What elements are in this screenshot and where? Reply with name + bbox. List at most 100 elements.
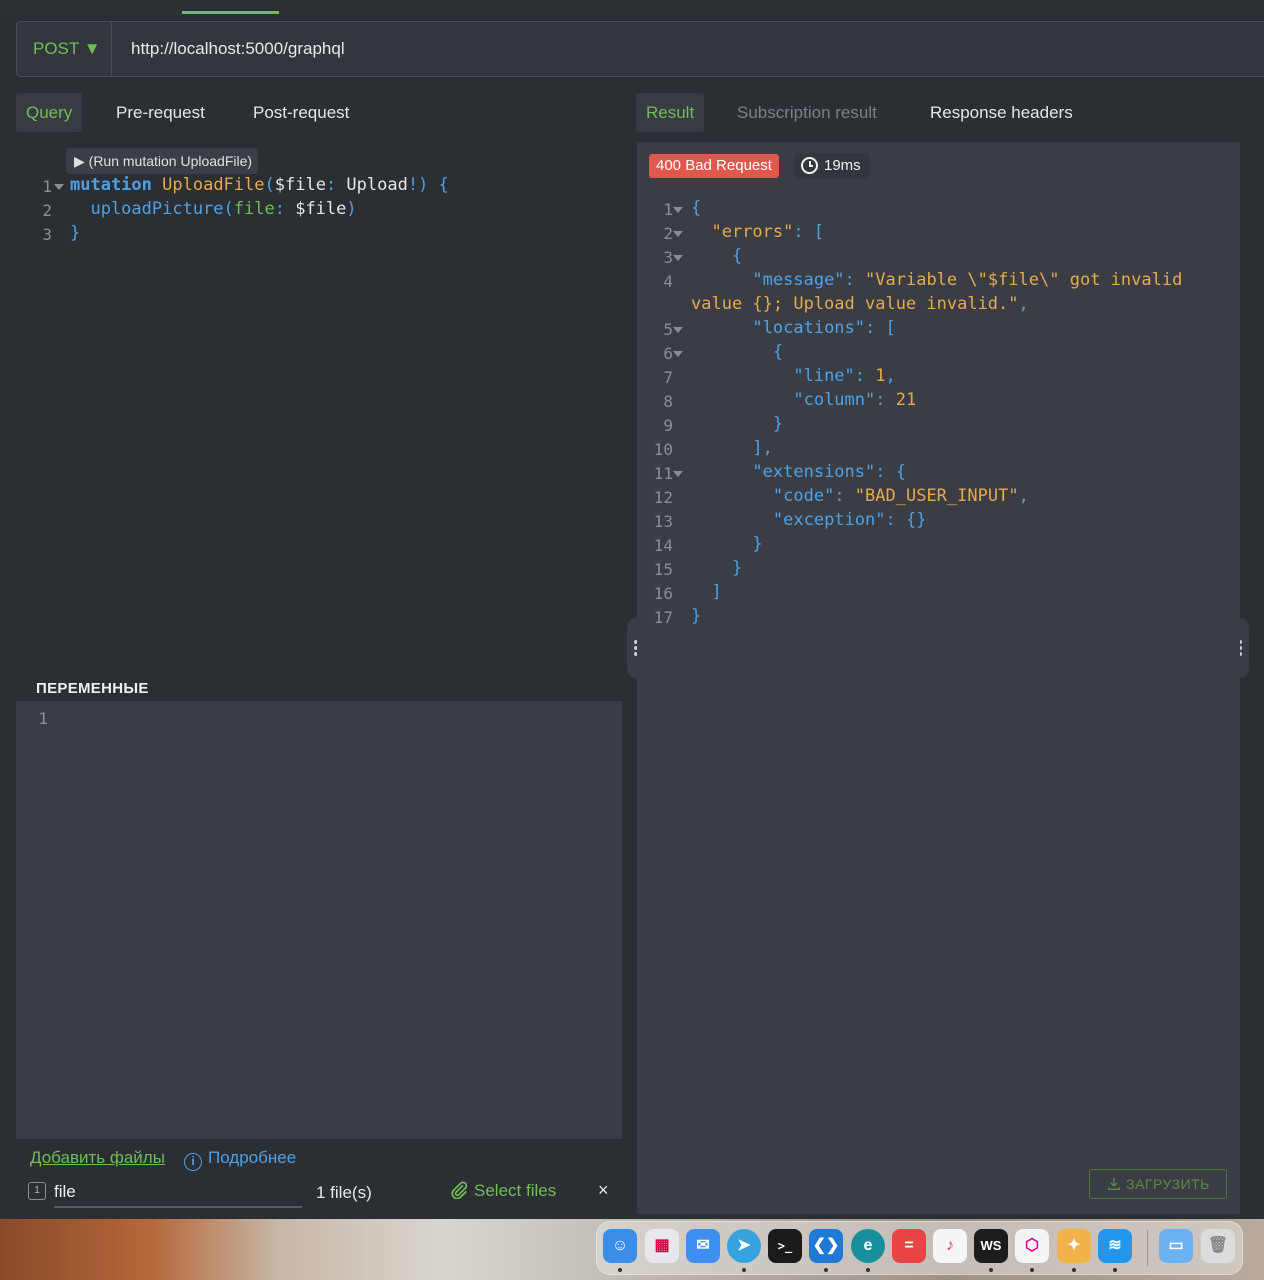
tab-pre-request[interactable]: Pre-request <box>106 93 215 132</box>
json-token: "column" <box>793 390 876 410</box>
calculator-icon[interactable]: = <box>892 1229 926 1263</box>
add-files-link[interactable]: Добавить файлы <box>30 1148 165 1168</box>
trash-icon[interactable]: 🗑 <box>1201 1229 1235 1263</box>
music-icon[interactable]: ♪ <box>933 1229 967 1263</box>
running-indicator <box>866 1268 870 1272</box>
edge-icon[interactable]: e <box>851 1229 885 1263</box>
line-number: 5 <box>663 320 673 339</box>
code-token: !) { <box>407 175 449 195</box>
dock: ☺ ▦ ✉ ➤ >_ ❮❯ e = ♪ WS ⬡ ✦ ≋ ▭ 🗑 <box>596 1221 1243 1275</box>
json-line: ], <box>691 438 772 458</box>
code-line: uploadPicture(file: $file) <box>70 199 356 219</box>
telegram-icon[interactable]: ➤ <box>727 1229 761 1263</box>
fold-toggle-icon[interactable] <box>673 255 683 261</box>
json-line: "line": 1, <box>691 366 896 386</box>
query-editor[interactable]: ▶ (Run mutation UploadFile) 1 2 3 mutati… <box>16 142 622 670</box>
tab-result[interactable]: Result <box>636 93 705 132</box>
method-select[interactable]: POST ▼ <box>17 22 112 76</box>
terminal-icon[interactable]: >_ <box>768 1229 802 1263</box>
code-token: : <box>325 175 347 195</box>
top-strip <box>0 0 1264 16</box>
webstorm-icon[interactable]: WS <box>974 1229 1008 1263</box>
code-line: mutation UploadFile($file: Upload!) { <box>70 175 449 195</box>
more-info-link[interactable]: i Подробнее <box>184 1148 296 1171</box>
json-line: } <box>691 558 742 578</box>
url-input[interactable] <box>113 22 1264 76</box>
paperclip-icon <box>451 1181 468 1200</box>
json-token: : { <box>875 462 906 482</box>
code-line: } <box>70 223 80 243</box>
json-line: ] <box>691 582 721 602</box>
fold-toggle-icon[interactable] <box>673 327 683 333</box>
result-panel: 400 Bad Request 19ms 1 2 3 4 5 6 7 8 9 1… <box>637 142 1240 1214</box>
request-bar: POST ▼ <box>16 21 1264 77</box>
file-variable-name-input[interactable] <box>54 1178 302 1208</box>
line-number: 7 <box>663 368 673 387</box>
tab-subscription-result[interactable]: Subscription result <box>727 93 887 132</box>
line-number: 8 <box>663 392 673 411</box>
code-token: ( <box>264 175 275 195</box>
json-token: , <box>1018 294 1029 314</box>
fold-toggle-icon[interactable] <box>673 207 683 213</box>
line-number: 17 <box>653 608 673 627</box>
json-token: : [ <box>865 318 896 338</box>
line-number: 2 <box>663 224 673 243</box>
dock-divider <box>1147 1230 1148 1266</box>
file-index-badge: 1 <box>28 1182 46 1200</box>
line-number: 2 <box>42 201 52 220</box>
json-token: } <box>772 414 784 434</box>
mail-icon[interactable]: ✉ <box>686 1229 720 1263</box>
file-count: 1 file(s) <box>316 1183 372 1202</box>
vscode-icon[interactable]: ❮❯ <box>809 1229 843 1263</box>
more-info-label: Подробнее <box>208 1148 297 1167</box>
running-indicator <box>742 1268 746 1272</box>
running-indicator <box>1030 1268 1034 1272</box>
json-token: "BAD_USER_INPUT" <box>854 486 1019 506</box>
code-token: Upload <box>346 175 408 195</box>
fold-toggle-icon[interactable] <box>673 351 683 357</box>
fold-toggle-icon[interactable] <box>54 184 64 190</box>
run-mutation-button[interactable]: ▶ (Run mutation UploadFile) <box>66 148 259 174</box>
running-indicator <box>1113 1268 1117 1272</box>
variables-editor[interactable]: 1 <box>16 701 622 1139</box>
json-line: "exception": {} <box>691 510 927 530</box>
json-token: "message" <box>752 270 845 290</box>
json-token: value {}; Upload value invalid." <box>691 294 1019 314</box>
line-number: 3 <box>663 248 673 267</box>
graphql-icon[interactable]: ⬡ <box>1015 1229 1049 1263</box>
line-number: 11 <box>653 464 673 483</box>
launchpad-icon[interactable]: ▦ <box>645 1229 679 1263</box>
select-files-button[interactable]: Select files <box>450 1181 556 1201</box>
code-token: } <box>70 223 81 243</box>
line-number: 9 <box>663 416 673 435</box>
json-line: "message": "Variable \"$file\" got inval… <box>691 270 1182 290</box>
docker-icon[interactable]: ≋ <box>1098 1229 1132 1263</box>
line-number: 3 <box>42 225 52 244</box>
json-token: 21 <box>895 390 917 410</box>
finder-icon[interactable]: ☺ <box>603 1229 637 1263</box>
json-line: } <box>691 606 701 626</box>
status-badge: 400 Bad Request <box>649 154 779 178</box>
line-number: 13 <box>653 512 673 531</box>
line-number: 1 <box>38 709 48 728</box>
json-token: "code" <box>772 486 835 506</box>
json-token: } <box>731 558 743 578</box>
json-token: , <box>885 366 896 386</box>
tab-response-headers[interactable]: Response headers <box>920 93 1083 132</box>
remove-file-button[interactable]: × <box>598 1180 609 1201</box>
code-token: file <box>233 199 275 219</box>
folder-icon[interactable]: ▭ <box>1159 1229 1193 1263</box>
tab-query[interactable]: Query <box>16 93 83 132</box>
fold-toggle-icon[interactable] <box>673 231 683 237</box>
json-token: 1 <box>875 366 886 386</box>
tab-post-request[interactable]: Post-request <box>243 93 359 132</box>
json-token: "exception" <box>772 510 886 530</box>
line-number: 14 <box>653 536 673 555</box>
fold-toggle-icon[interactable] <box>673 471 683 477</box>
download-button[interactable]: ЗАГРУЗИТЬ <box>1089 1169 1227 1199</box>
json-token: { <box>772 342 784 362</box>
altair-icon[interactable]: ✦ <box>1057 1229 1091 1263</box>
line-number: 10 <box>653 440 673 459</box>
json-token: { <box>731 246 743 266</box>
line-number: 12 <box>653 488 673 507</box>
